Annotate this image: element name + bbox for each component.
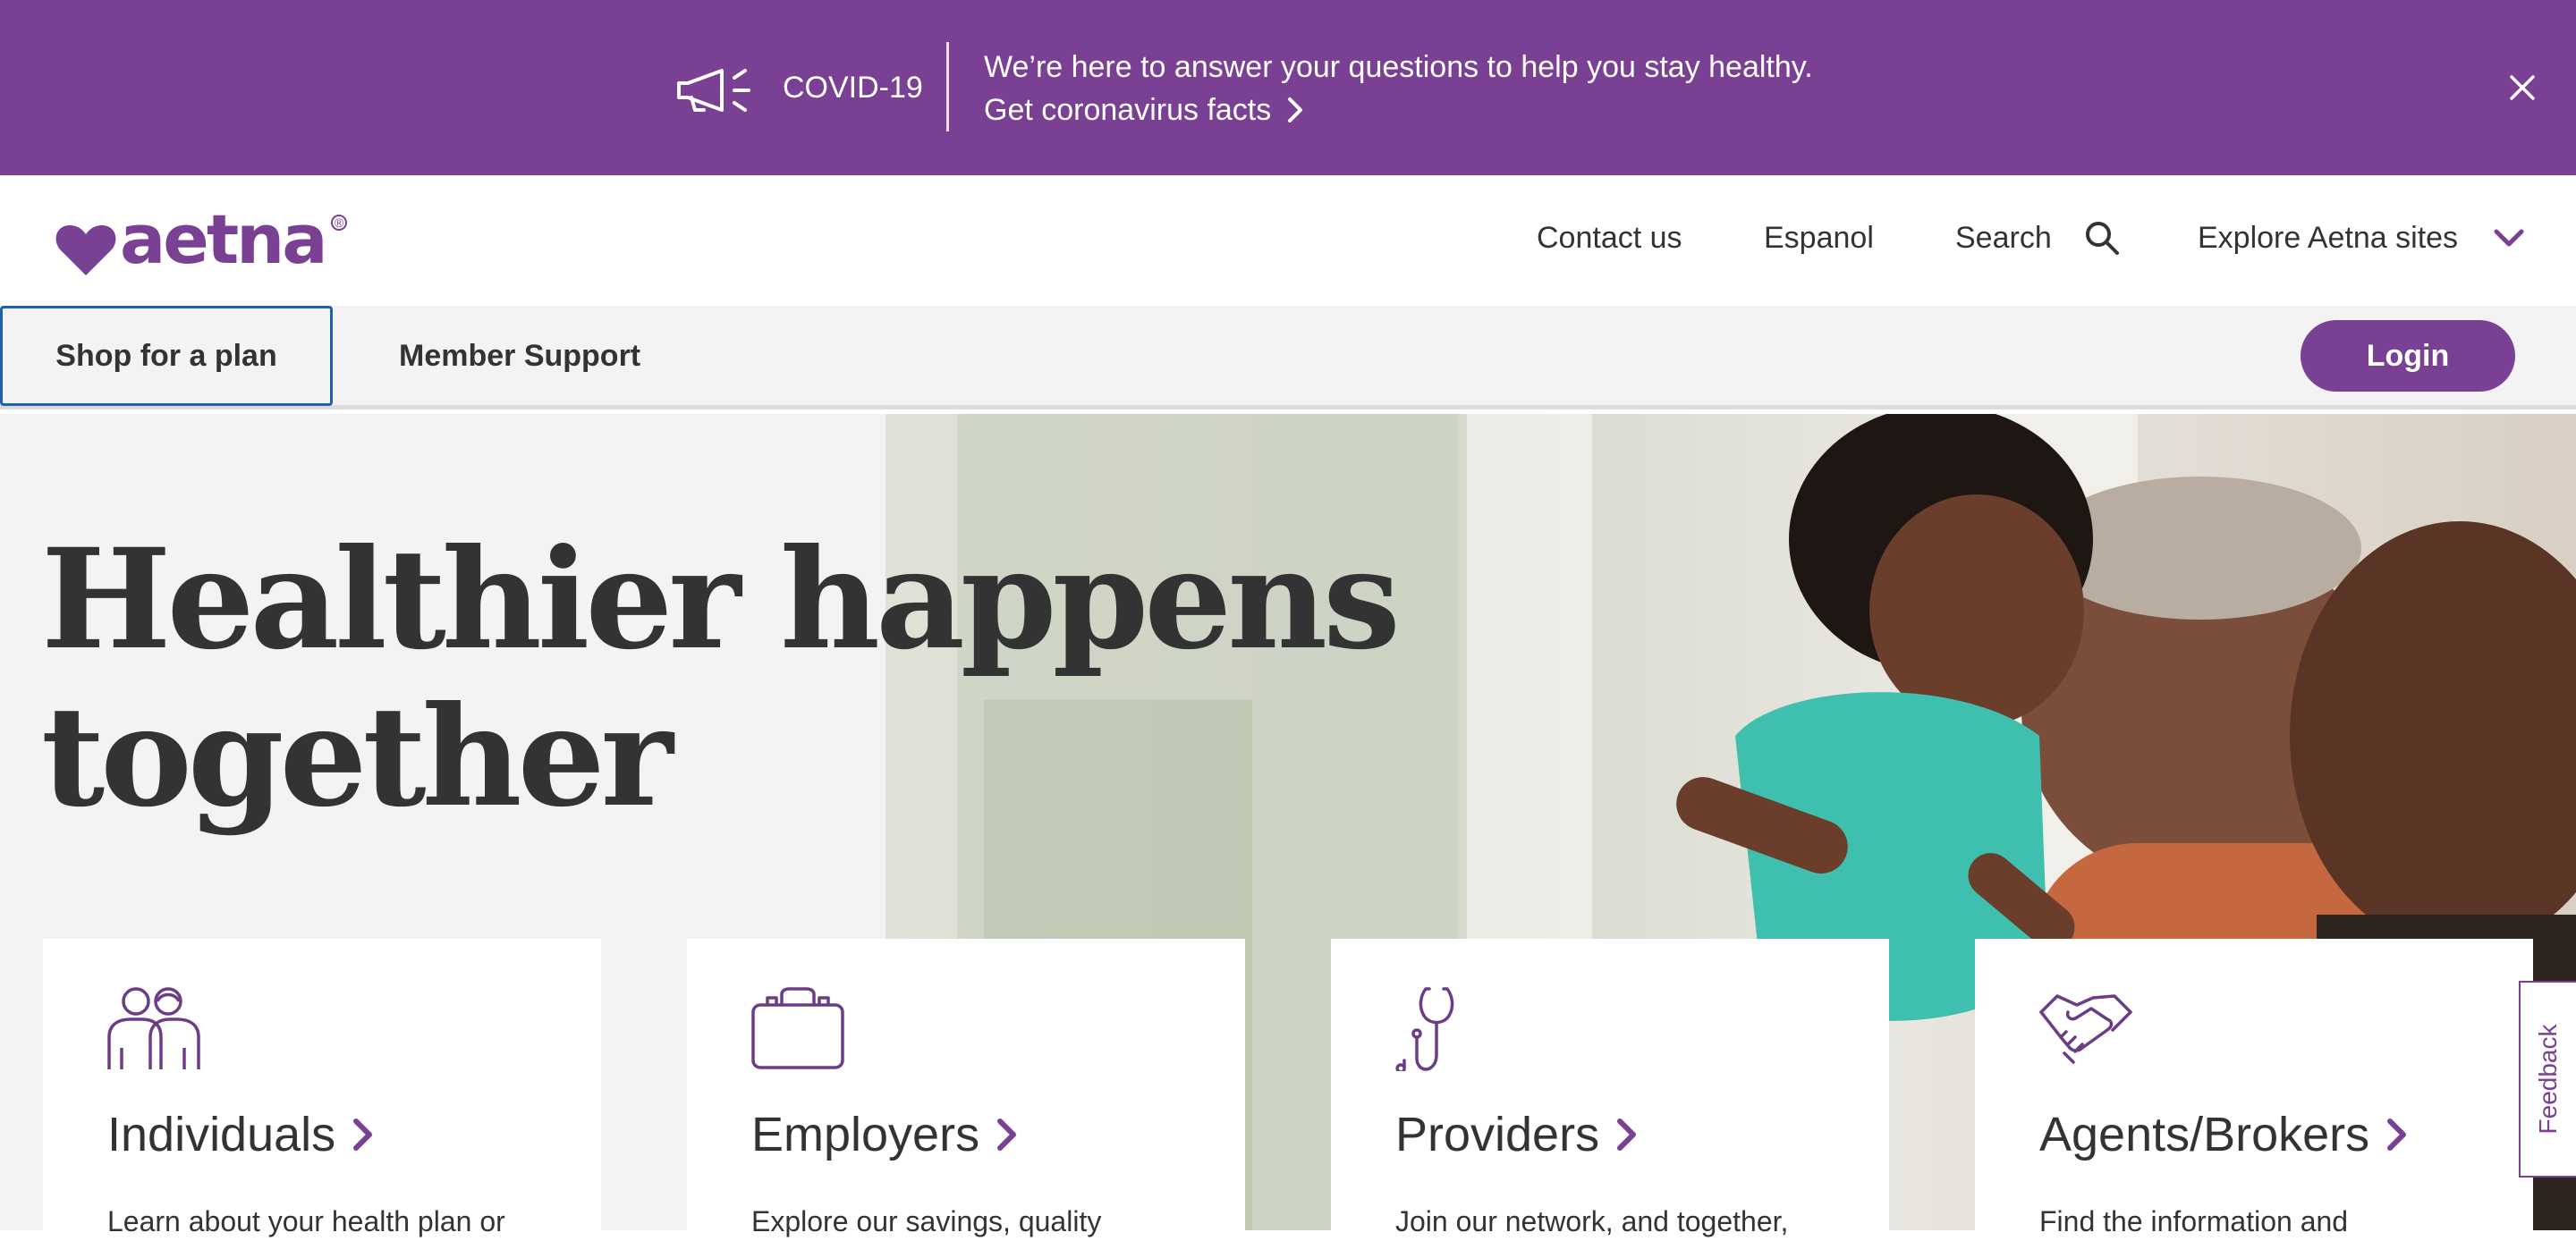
employers-link[interactable]: Employers: [751, 1103, 1019, 1166]
coronavirus-facts-label: Get coronavirus facts: [984, 93, 1272, 127]
covid-label: COVID-19: [783, 71, 923, 105]
logo-wordmark: aetna: [120, 199, 328, 279]
hero-headline: Healthier happens together: [41, 519, 1401, 838]
providers-link[interactable]: Providers: [1395, 1103, 1639, 1166]
contact-us-link[interactable]: Contact us: [1537, 220, 1682, 256]
stethoscope-icon: [1395, 987, 1454, 1071]
site-header: aetna ® Contact us Espanol Search Explor…: [0, 175, 2576, 306]
feedback-tab[interactable]: Feedback: [2519, 981, 2576, 1178]
chevron-right-icon: [997, 1119, 1017, 1151]
login-button[interactable]: Login: [2301, 320, 2515, 392]
employers-title: Employers: [751, 1108, 980, 1161]
espanol-link[interactable]: Espanol: [1764, 220, 1874, 256]
chevron-right-icon: [1288, 97, 1303, 122]
explore-label: Explore Aetna sites: [2198, 221, 2459, 255]
agents-brokers-title: Agents/Brokers: [2039, 1108, 2370, 1161]
card-agents-brokers[interactable]: Agents/Brokers Find the information and: [1975, 939, 2533, 1237]
people-icon: [107, 987, 200, 1069]
covid-banner: COVID-19 We’re here to answer your quest…: [0, 0, 2576, 175]
main-nav: Shop for a plan Member Support Login: [0, 306, 2576, 409]
individuals-link[interactable]: Individuals: [107, 1103, 375, 1166]
megaphone-icon: [677, 69, 750, 112]
banner-message: We’re here to answer your questions to h…: [984, 50, 1813, 84]
hero-headline-line-1: Healthier happens: [41, 519, 1401, 680]
banner-divider: [946, 42, 949, 131]
handshake-icon: [2039, 994, 2132, 1064]
coronavirus-facts-link[interactable]: Get coronavirus facts: [984, 88, 1303, 132]
hero-headline-line-2: together: [41, 676, 674, 838]
providers-title: Providers: [1395, 1108, 1600, 1161]
chevron-right-icon: [1617, 1119, 1637, 1151]
providers-description: Join our network, and together,: [1395, 1205, 1789, 1237]
card-individuals[interactable]: Individuals Learn about your health plan…: [43, 939, 601, 1237]
aetna-logo[interactable]: aetna ®: [55, 204, 360, 275]
employers-description: Explore our savings, quality: [751, 1205, 1102, 1237]
individuals-title: Individuals: [107, 1108, 336, 1161]
card-providers[interactable]: Providers Join our network, and together…: [1331, 939, 1889, 1237]
chevron-down-icon: [2494, 229, 2524, 247]
search-button[interactable]: Search: [1955, 220, 2120, 256]
feedback-label: Feedback: [2534, 1024, 2562, 1135]
individuals-description: Learn about your health plan or: [107, 1205, 505, 1237]
card-employers[interactable]: Employers Explore our savings, quality: [687, 939, 1245, 1237]
close-icon[interactable]: [2506, 72, 2538, 104]
heart-icon: [55, 225, 116, 275]
chevron-right-icon: [353, 1119, 373, 1151]
search-icon: [2085, 222, 2119, 255]
briefcase-icon: [751, 987, 844, 1069]
shop-for-a-plan-tab[interactable]: Shop for a plan: [0, 306, 333, 406]
search-label: Search: [1955, 221, 2052, 255]
agents-brokers-link[interactable]: Agents/Brokers: [2039, 1103, 2409, 1166]
member-support-tab[interactable]: Member Support: [399, 338, 640, 374]
agents-brokers-description: Find the information and: [2039, 1205, 2349, 1237]
chevron-right-icon: [2387, 1119, 2407, 1151]
registered-mark: ®: [331, 215, 347, 231]
explore-aetna-sites-dropdown[interactable]: Explore Aetna sites: [2198, 220, 2524, 256]
